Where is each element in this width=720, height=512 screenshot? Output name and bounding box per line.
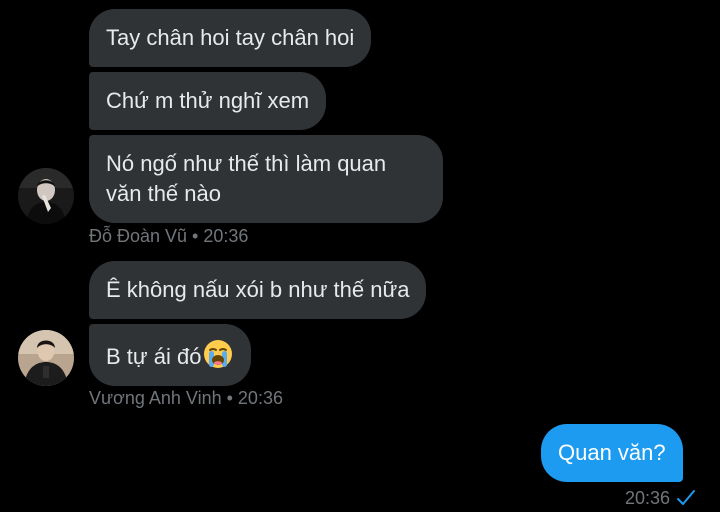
read-check-icon	[676, 489, 696, 512]
sent-timestamp: 20:36	[625, 487, 696, 512]
message-bubble[interactable]: Nó ngố như thế thì làm quan văn thế nào	[89, 135, 443, 223]
message-bubble[interactable]: Chứ m thử nghĩ xem	[89, 72, 327, 130]
avatar[interactable]	[18, 168, 74, 224]
message-text: B tự ái đó	[106, 344, 202, 369]
sender-timestamp: Vương Anh Vinh • 20:36	[89, 388, 283, 408]
message-bubble-outgoing[interactable]: Quan văn?	[541, 424, 683, 482]
message-bubble[interactable]: Tay chân hoi tay chân hoi	[89, 9, 372, 67]
sent-time: 20:36	[624, 488, 670, 508]
message-bubble[interactable]: B tự ái đó	[89, 324, 252, 386]
sender-timestamp: Đỗ Đoàn Vũ • 20:36	[89, 226, 249, 246]
avatar-photo-icon	[18, 168, 74, 224]
avatar-photo-icon	[18, 330, 74, 386]
message-bubble[interactable]: Ê không nấu xói b như thế nữa	[89, 261, 427, 319]
loudly-crying-face-icon	[202, 338, 234, 378]
avatar[interactable]	[18, 330, 74, 386]
